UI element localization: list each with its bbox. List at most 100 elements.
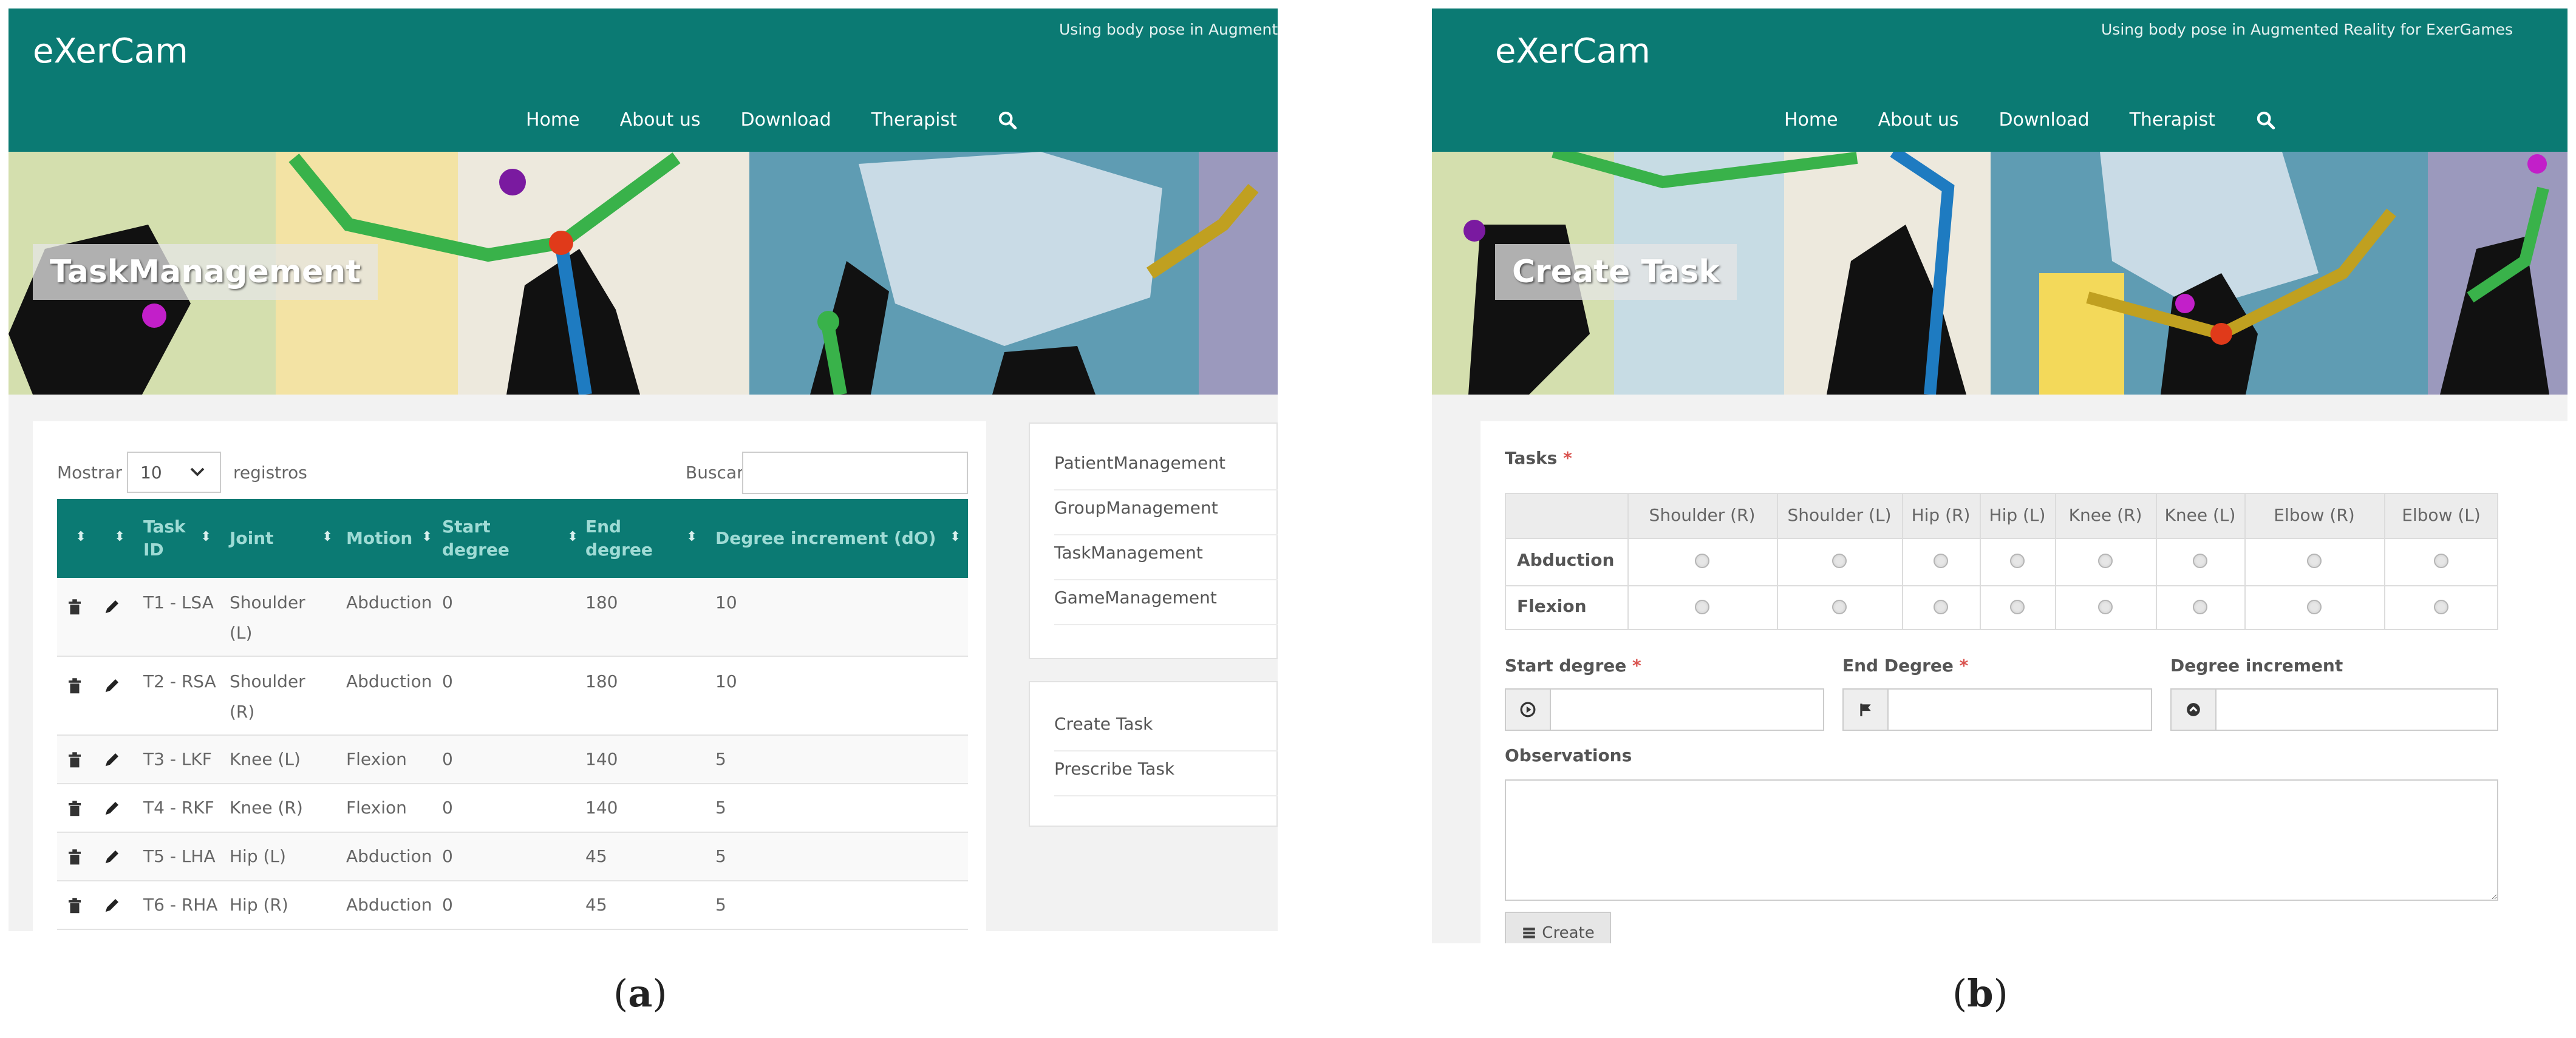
table-row: T5 - LHA Hip (L) Abduction 0 45 5 (57, 833, 968, 881)
sort-icon[interactable]: ⬍ (200, 529, 211, 544)
start-degree-cell: 0 (442, 846, 453, 866)
brand-logo[interactable]: eXerCam (33, 32, 188, 71)
pencil-icon[interactable] (103, 597, 121, 616)
create-button-label: Create (1542, 924, 1595, 942)
search-icon[interactable] (2255, 110, 2276, 131)
sort-icon[interactable]: ⬍ (567, 529, 578, 544)
end-degree-cell: 45 (585, 846, 607, 866)
screenshot-task-management: eXerCam Using body pose in Augment Home … (9, 8, 1278, 931)
end-degree-cell: 140 (585, 749, 618, 769)
create-button[interactable]: Create (1505, 912, 1611, 943)
radio-abduction-shoulder-r[interactable] (1695, 554, 1709, 568)
nav-about-us[interactable]: About us (620, 109, 701, 131)
sidebar-item-create-task[interactable]: Create Task (1054, 714, 1153, 734)
radio-flexion-elbow-r[interactable] (2307, 600, 2322, 614)
nav-about-us[interactable]: About us (1878, 109, 1959, 131)
table-search-input[interactable] (742, 452, 968, 494)
search-icon[interactable] (997, 110, 1018, 131)
task-table-panel: Mostrar 10 registros Buscar: ⬍ ⬍ Task ID… (33, 421, 986, 931)
trash-icon[interactable] (66, 751, 84, 770)
column-shoulder-l: Shoulder (L) (1787, 505, 1892, 525)
column-joint[interactable]: Joint (230, 499, 315, 578)
page-length-select[interactable]: 10 (127, 452, 221, 493)
sort-icon[interactable]: ⬍ (686, 529, 697, 544)
nav-home[interactable]: Home (1784, 109, 1838, 131)
pencil-icon[interactable] (103, 896, 121, 914)
trash-icon[interactable] (66, 677, 84, 696)
radio-flexion-hip-r[interactable] (1934, 600, 1948, 614)
radio-flexion-knee-r[interactable] (2098, 600, 2113, 614)
sort-icon[interactable]: ⬍ (950, 529, 961, 544)
motion-cell: Abduction (346, 846, 432, 866)
column-motion[interactable]: Motion (346, 499, 425, 578)
sidebar-divider (1054, 534, 1278, 535)
pencil-icon[interactable] (103, 847, 121, 866)
radio-abduction-elbow-r[interactable] (2307, 554, 2322, 568)
brand-logo[interactable]: eXerCam (1495, 32, 1651, 71)
joint-cell: Shoulder (L) (230, 592, 305, 643)
joint-cell: Knee (R) (230, 798, 303, 818)
task-id-cell: T1 - LSA (143, 592, 214, 612)
end-degree-cell: 180 (585, 592, 618, 612)
degree-increment-cell: 5 (715, 749, 726, 769)
sort-icon[interactable]: ⬍ (322, 529, 333, 544)
column-task-id[interactable]: Task ID (143, 499, 198, 578)
radio-flexion-shoulder-l[interactable] (1832, 600, 1847, 614)
radio-flexion-elbow-l[interactable] (2434, 600, 2448, 614)
start-degree-cell: 0 (442, 671, 453, 691)
nav-download[interactable]: Download (740, 109, 831, 131)
page-length-label: Mostrar (57, 463, 123, 483)
page-title: TaskManagement (33, 244, 378, 300)
radio-flexion-hip-l[interactable] (2010, 600, 2025, 614)
list-icon (1523, 928, 1536, 938)
trash-icon[interactable] (66, 800, 84, 818)
column-degree-increment[interactable]: Degree increment (dO) (715, 499, 946, 578)
start-degree-input[interactable] (1551, 690, 1823, 730)
end-degree-input[interactable] (1889, 690, 2151, 730)
sidebar-item-group-management[interactable]: GroupManagement (1054, 498, 1218, 518)
sort-icon[interactable]: ⬍ (114, 529, 125, 544)
column-start-degree[interactable]: Start degree (442, 499, 515, 578)
sidebar-item-task-management[interactable]: TaskManagement (1054, 543, 1203, 563)
motion-cell: Abduction (346, 671, 432, 691)
start-degree-group (1505, 688, 1824, 731)
pencil-icon[interactable] (103, 750, 121, 768)
sort-icon[interactable]: ⬍ (421, 529, 432, 544)
sort-icon[interactable]: ⬍ (75, 529, 86, 544)
sidebar-item-prescribe-task[interactable]: Prescribe Task (1054, 759, 1174, 779)
task-selection-grid: Shoulder (R) Shoulder (L) Hip (R) Hip (L… (1505, 493, 2498, 630)
radio-abduction-knee-l[interactable] (2193, 554, 2207, 568)
sidebar-item-game-management[interactable]: GameManagement (1054, 588, 1217, 608)
sidebar-divider (1054, 624, 1278, 625)
pencil-icon[interactable] (103, 799, 121, 817)
nav-home[interactable]: Home (526, 109, 580, 131)
degree-increment-cell: 5 (715, 798, 726, 818)
radio-flexion-shoulder-r[interactable] (1695, 600, 1709, 614)
radio-abduction-shoulder-l[interactable] (1832, 554, 1847, 568)
column-end-degree[interactable]: End degree (585, 499, 658, 578)
radio-abduction-hip-r[interactable] (1934, 554, 1948, 568)
sidebar-item-patient-management[interactable]: PatientManagement (1054, 453, 1225, 473)
radio-flexion-knee-l[interactable] (2193, 600, 2207, 614)
task-id-cell: T4 - RKF (143, 798, 214, 818)
required-marker: * (1563, 448, 1572, 468)
observations-textarea[interactable] (1505, 779, 2498, 901)
radio-abduction-hip-l[interactable] (2010, 554, 2025, 568)
radio-abduction-elbow-l[interactable] (2434, 554, 2448, 568)
table-row: T1 - LSA Shoulder (L) Abduction 0 180 10 (57, 578, 968, 657)
pencil-icon[interactable] (103, 676, 121, 694)
nav-therapist[interactable]: Therapist (2130, 109, 2215, 131)
trash-icon[interactable] (66, 599, 84, 617)
sidebar-divider (1054, 750, 1278, 751)
site-tagline: Using body pose in Augment (1059, 21, 1278, 38)
degree-increment-input[interactable] (2217, 690, 2497, 730)
task-id-cell: T2 - RSA (143, 671, 216, 691)
trash-icon[interactable] (66, 849, 84, 867)
radio-abduction-knee-r[interactable] (2098, 554, 2113, 568)
motion-cell: Flexion (346, 749, 407, 769)
observations-label: Observations (1505, 745, 1632, 765)
nav-download[interactable]: Download (1998, 109, 2089, 131)
trash-icon[interactable] (66, 897, 84, 915)
table-row: T4 - RKF Knee (R) Flexion 0 140 5 (57, 784, 968, 833)
nav-therapist[interactable]: Therapist (871, 109, 957, 131)
